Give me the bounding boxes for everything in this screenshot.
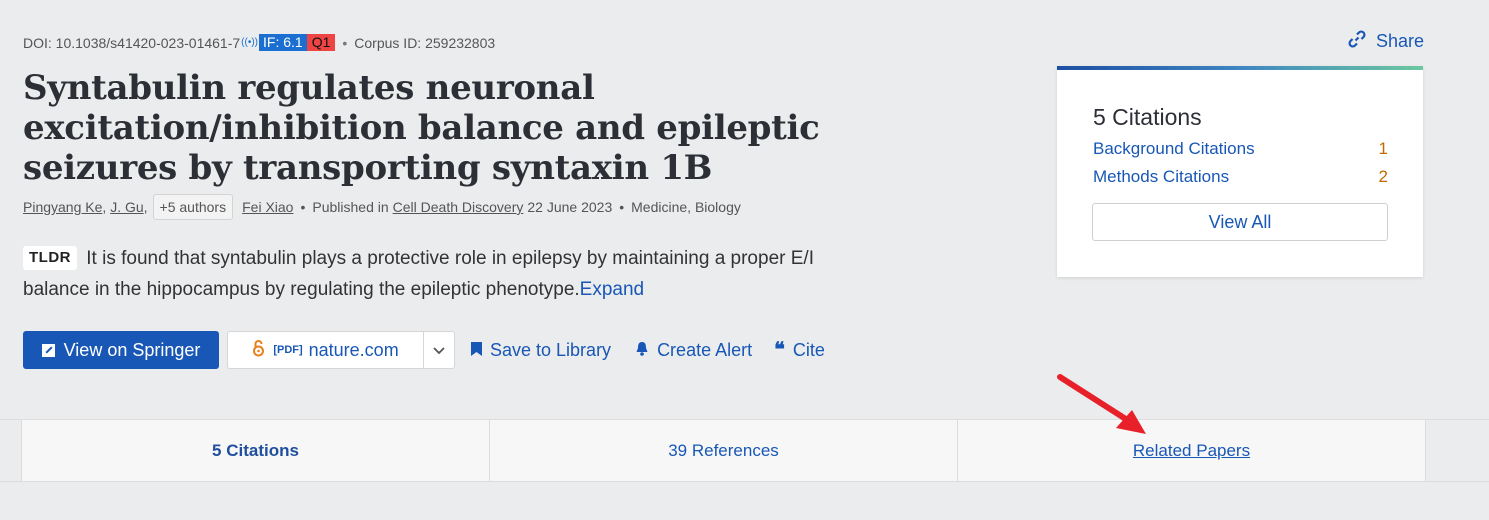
tab-label: 5 Citations: [212, 440, 299, 460]
tldr-section: TLDR It is found that syntabulin plays a…: [23, 243, 873, 305]
tab-bar: 5 Citations 39 References Related Papers: [0, 419, 1489, 482]
published-in-label: Published in: [312, 199, 389, 215]
tab-list: 5 Citations 39 References Related Papers: [21, 420, 1426, 481]
card-accent-bar: [1057, 66, 1423, 70]
doi[interactable]: DOI: 10.1038/s41420-023-01461-7: [23, 35, 240, 51]
tab-citations[interactable]: 5 Citations: [22, 420, 490, 481]
citation-count: 2: [1378, 167, 1388, 186]
citation-type-row[interactable]: Methods Citations 2: [1093, 167, 1388, 187]
expand-link[interactable]: Expand: [580, 279, 644, 300]
button-label: View on Springer: [63, 339, 201, 360]
tab-references[interactable]: 39 References: [490, 420, 958, 481]
author-link[interactable]: Pingyang Ke: [23, 199, 102, 215]
pdf-tag: [PDF]: [273, 344, 303, 356]
separator: •: [619, 199, 625, 215]
bell-icon: [635, 341, 649, 359]
create-alert-button[interactable]: Create Alert: [635, 340, 752, 361]
button-label: Create Alert: [657, 339, 753, 360]
button-label: Cite: [792, 339, 825, 360]
quartile-badge: Q1: [306, 34, 336, 51]
chevron-down-icon: [433, 342, 445, 358]
save-to-library-button[interactable]: Save to Library: [471, 340, 611, 361]
corpus-id: Corpus ID: 259232803: [354, 34, 496, 51]
paper-title: Syntabulin regulates neuronal excitation…: [23, 68, 820, 188]
share-label: Share: [1376, 31, 1425, 51]
citation-count: 1: [1378, 139, 1388, 158]
publication-date: 22 June 2023: [527, 199, 613, 215]
impact-factor-badge: IF: 6.1: [259, 34, 307, 51]
pdf-button-group: [PDF] nature.com: [227, 331, 455, 369]
fields-of-study: Medicine, Biology: [631, 199, 741, 215]
author-link[interactable]: J. Gu: [110, 199, 143, 215]
view-all-button[interactable]: View All: [1092, 203, 1388, 241]
tab-related-papers[interactable]: Related Papers: [958, 420, 1426, 481]
background-citations-link[interactable]: Background Citations: [1093, 139, 1255, 159]
citations-count-title: 5 Citations: [1093, 104, 1202, 130]
cite-button[interactable]: ❝ Cite: [774, 340, 825, 361]
paper-meta: DOI: 10.1038/s41420-023-01461-7 ((•)) IF…: [23, 34, 495, 51]
pdf-source: nature.com: [308, 339, 399, 360]
methods-citations-link[interactable]: Methods Citations: [1093, 167, 1229, 187]
broadcast-icon: ((•)): [241, 37, 258, 48]
annotation-arrow: [1057, 374, 1146, 434]
pdf-link-button[interactable]: [PDF] nature.com: [228, 332, 424, 368]
tab-label: 39 References: [668, 440, 779, 460]
more-pdf-options-button[interactable]: [424, 332, 454, 368]
action-bar: View on Springer [PDF] nature.com Save t…: [23, 331, 825, 369]
external-link-icon: [41, 343, 55, 357]
tldr-badge: TLDR: [23, 246, 77, 270]
separator: •: [300, 199, 306, 215]
author-list: Pingyang Ke, J. Gu, +5 authors Fei Xiao …: [23, 194, 741, 220]
venue-link[interactable]: Cell Death Discovery: [393, 199, 524, 215]
more-authors-button[interactable]: +5 authors: [152, 194, 234, 220]
link-icon: [1348, 30, 1366, 53]
view-on-springer-button[interactable]: View on Springer: [23, 331, 219, 369]
button-label: Save to Library: [490, 339, 612, 360]
open-access-icon: [252, 339, 265, 362]
citations-card: 5 Citations Background Citations 1 Metho…: [1057, 66, 1423, 277]
separator: •: [342, 34, 348, 51]
share-button[interactable]: Share: [1348, 30, 1424, 53]
author-link[interactable]: Fei Xiao: [242, 199, 293, 215]
citation-type-row[interactable]: Background Citations 1: [1093, 139, 1388, 159]
tldr-text: It is found that syntabulin plays a prot…: [23, 248, 814, 300]
bookmark-icon: [471, 341, 482, 359]
quote-icon: ❝: [774, 339, 785, 361]
